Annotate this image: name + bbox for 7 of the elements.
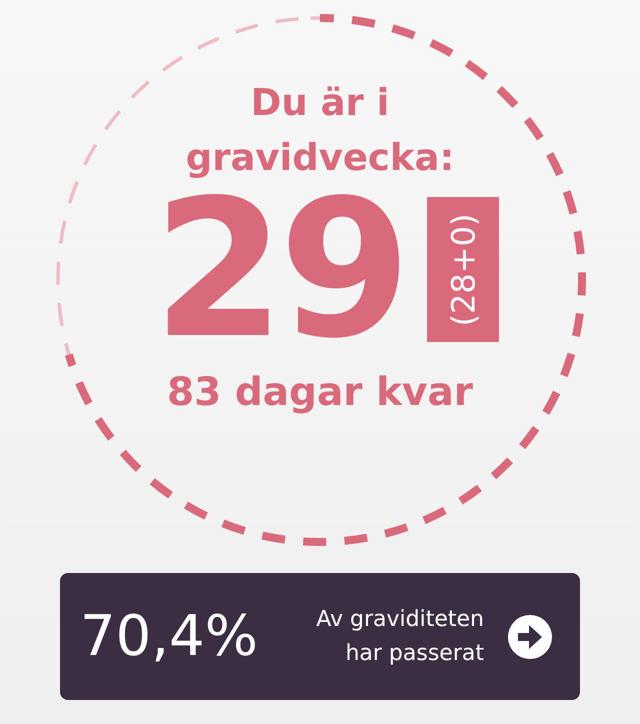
week-detail-badge: (28+0) <box>427 197 500 342</box>
arrow-right-icon[interactable] <box>506 612 554 660</box>
days-left: 83 dagar kvar <box>166 370 474 415</box>
progress-caption: Av graviditeten har passerat <box>315 606 484 668</box>
week-heading: Du är i gravidvecka: <box>184 80 456 181</box>
progress-card[interactable]: 70,4% Av graviditeten har passerat <box>60 573 580 700</box>
percent-value: 70,4% <box>80 604 258 669</box>
